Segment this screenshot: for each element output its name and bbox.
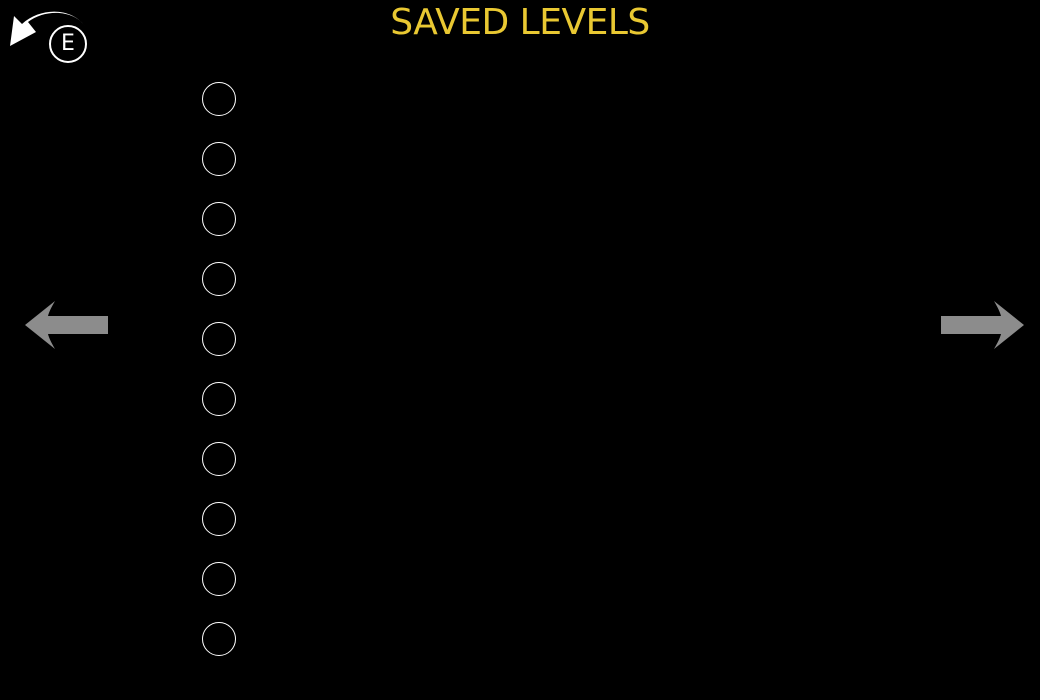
save-slot[interactable]	[200, 80, 800, 140]
saved-level-list	[200, 80, 800, 680]
save-slot-radio[interactable]	[202, 82, 236, 116]
save-slot-radio[interactable]	[202, 322, 236, 356]
save-slot-radio[interactable]	[202, 442, 236, 476]
save-slot-radio[interactable]	[202, 622, 236, 656]
left-arrow-icon	[25, 301, 108, 349]
save-slot-radio[interactable]	[202, 262, 236, 296]
right-arrow-icon	[941, 301, 1024, 349]
save-slot-radio[interactable]	[202, 562, 236, 596]
save-slot-radio[interactable]	[202, 142, 236, 176]
save-slot[interactable]	[200, 440, 800, 500]
back-button[interactable]: E	[6, 6, 90, 63]
saved-levels-screen: SAVED LEVELS E	[0, 0, 1040, 700]
prev-page-button[interactable]	[23, 300, 109, 350]
next-page-button[interactable]	[940, 300, 1026, 350]
page-title: SAVED LEVELS	[390, 2, 650, 43]
save-slot[interactable]	[200, 320, 800, 380]
save-slot[interactable]	[200, 200, 800, 260]
save-slot[interactable]	[200, 260, 800, 320]
save-slot[interactable]	[200, 560, 800, 620]
save-slot[interactable]	[200, 380, 800, 440]
save-slot-radio[interactable]	[202, 502, 236, 536]
save-slot[interactable]	[200, 140, 800, 200]
save-slot-radio[interactable]	[202, 202, 236, 236]
save-slot-radio[interactable]	[202, 382, 236, 416]
save-slot[interactable]	[200, 620, 800, 680]
key-hint-label: E	[61, 31, 75, 56]
save-slot[interactable]	[200, 500, 800, 560]
